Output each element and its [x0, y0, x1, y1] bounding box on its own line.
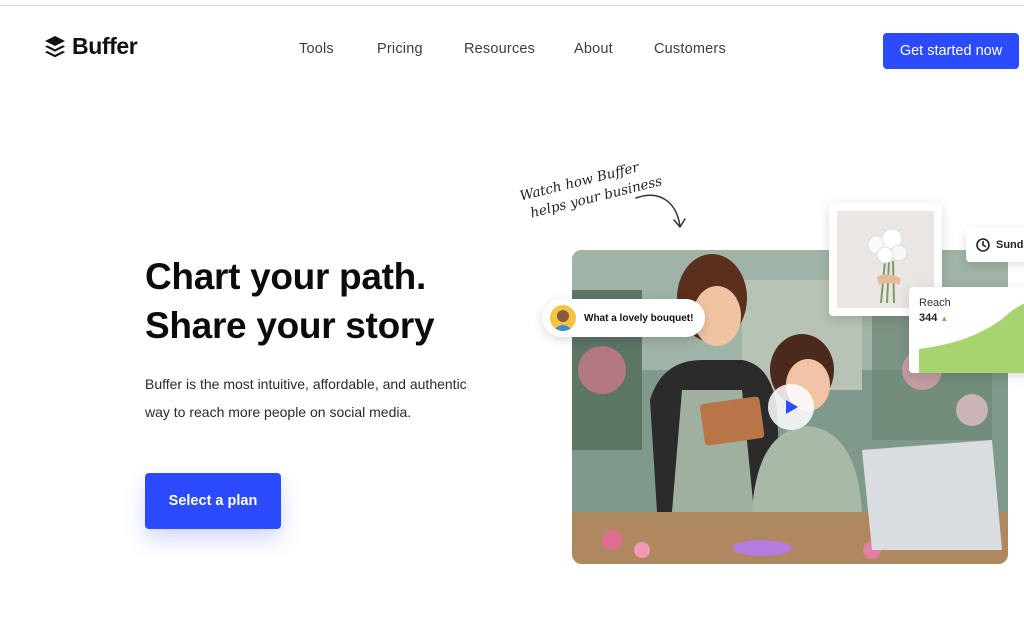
reach-card: Reach 344 ▲ [909, 287, 1024, 373]
nav-customers[interactable]: Customers [654, 41, 726, 57]
schedule-day: Sunda [996, 239, 1024, 251]
nav-about[interactable]: About [574, 41, 613, 57]
reach-value: 344 ▲ [919, 312, 948, 324]
nav-tools[interactable]: Tools [299, 41, 334, 57]
curved-arrow-icon [635, 194, 686, 228]
get-started-button[interactable]: Get started now [883, 33, 1019, 69]
clock-icon [976, 238, 990, 252]
main-nav: Tools Pricing Resources About Customers [0, 41, 1024, 61]
nav-pricing[interactable]: Pricing [377, 41, 423, 57]
hero-description: Buffer is the most intuitive, affordable… [145, 376, 467, 420]
play-icon [786, 400, 798, 414]
reach-number: 344 [919, 312, 938, 324]
top-divider [0, 5, 1024, 6]
hero-title-line-1: Chart your path. [145, 256, 426, 297]
nav-resources[interactable]: Resources [464, 41, 535, 57]
play-button[interactable] [768, 384, 814, 430]
comment-bubble: What a lovely bouquet! [542, 299, 706, 337]
hero-title-line-2: Share your story [145, 305, 435, 346]
reach-label: Reach [919, 297, 951, 309]
comment-text: What a lovely bouquet! [584, 312, 694, 324]
select-plan-button[interactable]: Select a plan [145, 473, 281, 529]
trend-up-icon: ▲ [940, 314, 949, 323]
avatar [550, 305, 576, 331]
schedule-chip: Sunda [966, 228, 1024, 262]
hero-title: Chart your path. Share your story [145, 252, 435, 350]
